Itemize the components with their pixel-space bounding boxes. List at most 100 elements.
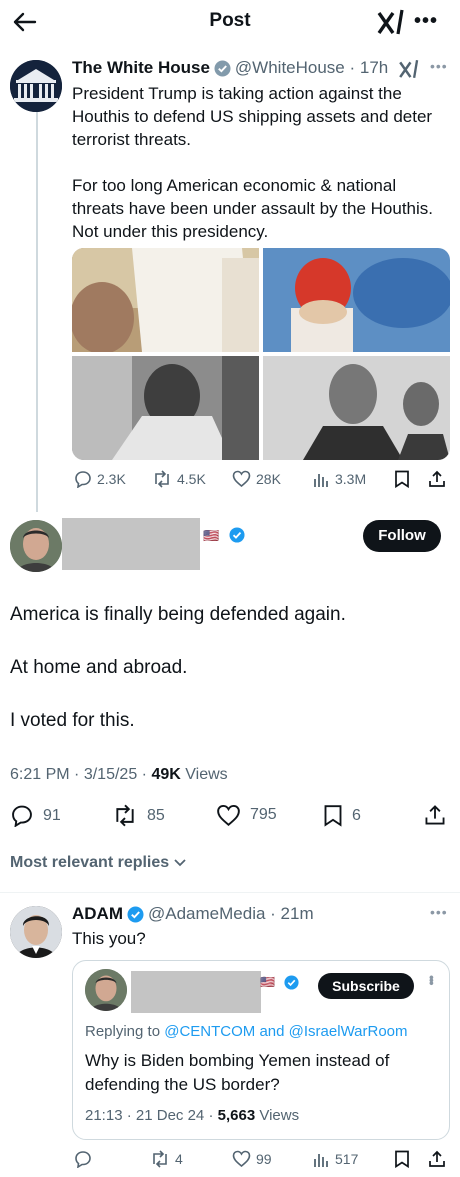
post-paragraph: President Trump is taking action against…	[72, 84, 433, 149]
reply-header: ADAM @AdameMedia · 21m	[72, 904, 314, 924]
media-grid[interactable]	[72, 248, 450, 460]
divider	[0, 892, 460, 893]
post-meta: 6:21 PM · 3/15/25 · 49K Views	[10, 766, 228, 783]
original-post-text: President Trump is taking action against…	[72, 82, 452, 266]
views-label: Views	[185, 766, 228, 783]
subscribe-button[interactable]: Subscribe	[318, 973, 414, 999]
views-chart-icon	[314, 474, 328, 487]
replies-sort-dropdown[interactable]: Most relevant replies	[10, 854, 187, 872]
bookmark-icon	[395, 1150, 409, 1168]
share-icon	[425, 805, 445, 825]
follow-button[interactable]: Follow	[363, 520, 441, 552]
share-button[interactable]	[428, 470, 446, 488]
share-icon	[429, 1150, 445, 1167]
reply-count: 91	[43, 806, 61, 824]
like-count: 28K	[256, 470, 281, 487]
post-paragraph: I voted for this.	[10, 710, 135, 731]
repost-button[interactable]: 85	[112, 804, 165, 827]
heart-icon	[232, 470, 251, 487]
white-house-avatar[interactable]	[10, 60, 62, 112]
media-photo-1[interactable]	[72, 248, 259, 352]
media-photo-4[interactable]	[263, 356, 450, 460]
replying-to: Replying to @CENTCOM and @IsraelWarRoom	[85, 1023, 408, 1040]
repost-icon	[155, 470, 169, 488]
replies-sort-label: Most relevant replies	[10, 854, 170, 871]
bookmark-icon	[324, 805, 342, 827]
views-count: 3.3M	[335, 471, 367, 487]
repost-count: 4.5K	[177, 471, 206, 487]
more-icon[interactable]: •••	[430, 58, 448, 74]
heart-icon	[232, 1150, 251, 1167]
verified-badge-icon	[284, 975, 299, 990]
bookmark-count: 6	[352, 806, 361, 824]
reply-button[interactable]	[74, 1150, 97, 1168]
reply-time[interactable]: 21m	[281, 904, 314, 924]
reply-author-avatar[interactable]	[10, 906, 62, 958]
heart-icon	[217, 804, 240, 826]
reply-button[interactable]: 2.3K	[74, 470, 126, 488]
repost-count: 85	[147, 806, 165, 824]
media-photo-3[interactable]	[72, 356, 259, 460]
more-icon[interactable]: •••	[430, 904, 448, 920]
views-count: 49K	[151, 766, 181, 783]
reply-count: 2.3K	[97, 471, 126, 487]
mention-link[interactable]: @CENTCOM	[164, 1023, 255, 1040]
verified-badge-icon	[229, 527, 245, 543]
post-date[interactable]: 3/15/25	[84, 766, 137, 783]
reply-icon	[12, 805, 32, 827]
reply-text: This you?	[72, 929, 146, 948]
author-handle[interactable]: @WhiteHouse	[235, 58, 345, 78]
main-post-text: America is finally being defended again.…	[10, 602, 450, 761]
reply-icon	[75, 471, 91, 488]
post-time[interactable]: 6:21 PM	[10, 766, 70, 783]
reply-icon	[75, 1151, 91, 1168]
separator-dot: ·	[344, 58, 360, 77]
verified-badge-icon	[127, 906, 144, 923]
views-button[interactable]: 3.3M	[312, 470, 366, 488]
bookmark-button[interactable]	[394, 470, 410, 488]
reply-author-name[interactable]: ADAM	[72, 904, 123, 924]
quoted-post-meta: 21:13 · 21 Dec 24 · 5,663 Views	[85, 1107, 300, 1124]
reply-author-handle[interactable]: @AdameMedia	[148, 904, 265, 924]
repost-icon	[153, 1150, 167, 1168]
bookmark-button[interactable]	[394, 1150, 410, 1168]
repost-icon	[116, 804, 134, 827]
reply-stats: 4 99 517	[72, 1150, 452, 1172]
views-chart-icon	[314, 1154, 328, 1167]
chevron-down-icon	[174, 859, 186, 867]
grok-icon[interactable]	[398, 58, 420, 80]
more-vertical-icon[interactable]: •••	[424, 975, 440, 984]
share-button[interactable]	[424, 804, 446, 826]
like-button[interactable]: 795	[216, 804, 277, 826]
quoted-post-text: Why is Biden bombing Yemen instead of de…	[85, 1051, 390, 1094]
share-icon	[429, 470, 445, 487]
us-flag-icon: 🇺🇸	[260, 975, 275, 989]
media-photo-2[interactable]	[263, 248, 450, 352]
author-avatar[interactable]	[10, 520, 62, 572]
share-button[interactable]	[428, 1150, 446, 1168]
mention-link[interactable]: @IsraelWarRoom	[289, 1023, 408, 1040]
more-icon[interactable]: •••	[414, 10, 438, 33]
thread-connector-line	[36, 112, 38, 512]
reply-button[interactable]: 91	[10, 804, 61, 827]
us-flag-icon: 🇺🇸	[203, 528, 220, 543]
top-bar: Post •••	[0, 0, 460, 44]
like-button[interactable]: 99	[232, 1150, 272, 1167]
grok-icon[interactable]	[376, 8, 406, 36]
quoted-author-avatar[interactable]	[85, 969, 127, 1011]
views-count: 517	[335, 1151, 359, 1167]
quoted-post-card[interactable]: 🇺🇸 Subscribe ••• Replying to @CENTCOM an…	[72, 960, 450, 1140]
repost-button[interactable]: 4.5K	[152, 470, 206, 488]
original-post-stats: 2.3K 4.5K 28K 3.3M	[72, 470, 452, 492]
like-count: 99	[256, 1150, 272, 1167]
original-post-header: The White House @WhiteHouse · 17h	[72, 58, 388, 78]
like-button[interactable]: 28K	[232, 470, 281, 487]
bookmark-button[interactable]: 6	[323, 804, 361, 827]
redacted-author-name	[62, 518, 200, 570]
verified-badge-icon	[214, 60, 231, 77]
post-time[interactable]: 17h	[360, 58, 388, 78]
bookmark-icon	[395, 470, 409, 488]
repost-button[interactable]: 4	[150, 1150, 183, 1168]
views-button[interactable]: 517	[312, 1150, 358, 1168]
author-name[interactable]: The White House	[72, 58, 210, 78]
